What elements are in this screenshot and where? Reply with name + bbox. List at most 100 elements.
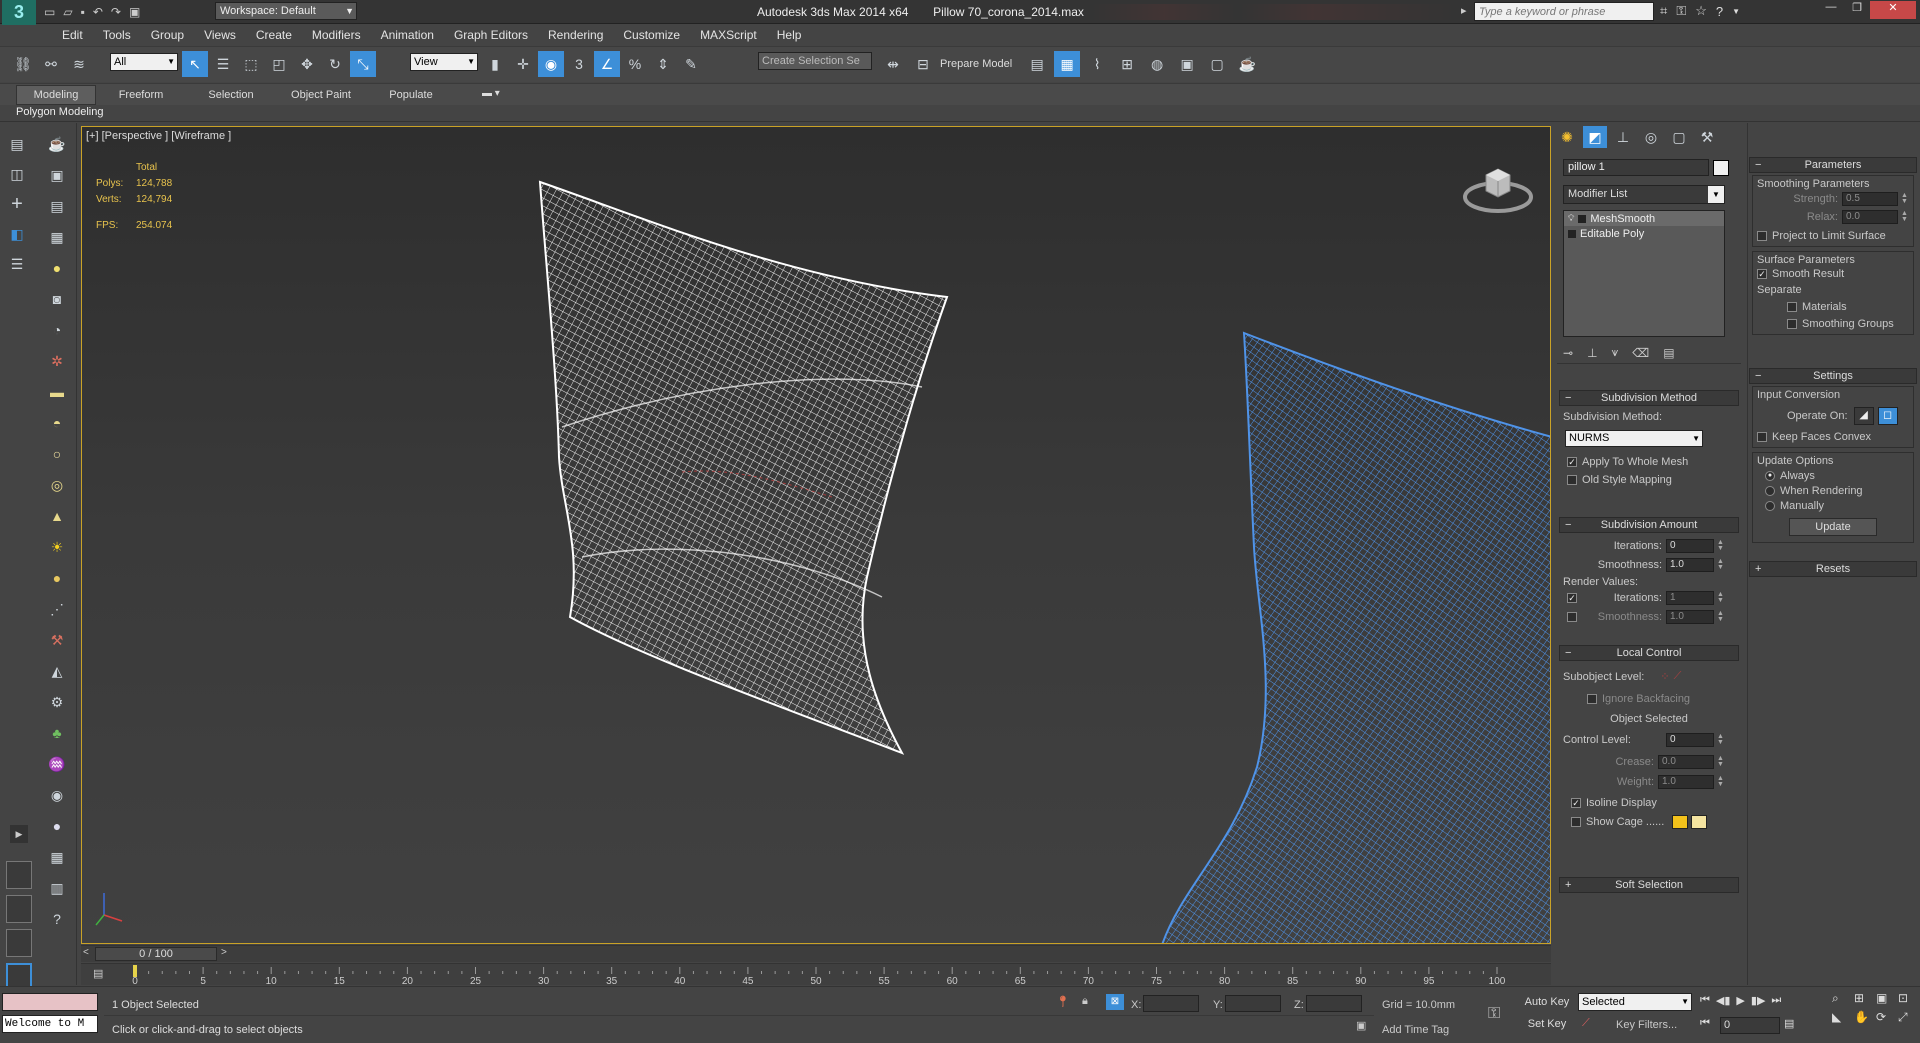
menu-create[interactable]: Create (246, 25, 302, 45)
menu-help[interactable]: Help (767, 25, 812, 45)
menu-animation[interactable]: Animation (371, 25, 444, 45)
snaps-toggle-icon[interactable]: 3 (566, 51, 592, 77)
pillow-blue-wireframe[interactable] (1161, 331, 1551, 944)
open-file-icon[interactable]: ▱ (63, 5, 72, 19)
orbit-icon[interactable]: ⟳ (1876, 1010, 1896, 1025)
cloth-icon[interactable]: ◭ (44, 658, 70, 684)
light-bulb-icon[interactable]: ● (44, 255, 70, 281)
ribbon-options-icon[interactable]: ▬ ▾ (482, 88, 500, 99)
render-smoothness-spinner[interactable]: 1.0 (1666, 610, 1714, 624)
time-slider[interactable]: < 0 / 100 > (81, 945, 1551, 962)
spinner-arrows-icon[interactable]: ▲ ▼ (1717, 539, 1725, 552)
star-icon[interactable]: ☆ (1695, 3, 1707, 19)
spinner-arrows-icon[interactable]: ▲ ▼ (1717, 558, 1725, 571)
rollout-soft-selection[interactable]: + Soft Selection (1559, 877, 1739, 893)
hair-fx-icon[interactable]: ♒ (44, 751, 70, 777)
search-input[interactable]: Type a keyword or phrase (1474, 2, 1654, 21)
menu-edit[interactable]: Edit (52, 25, 93, 45)
lightbulb-icon[interactable]: 💡︎ (1568, 213, 1574, 224)
menu-graph-editors[interactable]: Graph Editors (444, 25, 538, 45)
viewport-icon[interactable]: ▣ (44, 162, 70, 188)
maximize-viewport-icon[interactable]: ⤢ (1898, 1010, 1918, 1025)
hemisphere-icon[interactable]: ◓ (44, 410, 70, 436)
smooth-result-checkbox[interactable]: ✓ Smooth Result (1757, 268, 1909, 280)
binoculars-icon[interactable]: ⌗ (1660, 3, 1667, 19)
redo-icon[interactable]: ↷ (111, 5, 121, 19)
render-production-icon[interactable]: ☕ (1234, 51, 1260, 77)
scale-icon[interactable]: ⤡ (350, 51, 376, 77)
materials-checkbox[interactable]: Materials (1787, 301, 1909, 313)
hierarchy-tab-icon[interactable]: ⊥ (1611, 126, 1635, 148)
time-next-icon[interactable]: > (221, 947, 227, 958)
object-name-field[interactable]: pillow 1 (1563, 159, 1709, 176)
isolate-icon[interactable]: 📍︎ (1056, 995, 1070, 1008)
save-icon[interactable]: ▪ (81, 5, 85, 19)
add-time-tag-button[interactable]: Add Time Tag (1382, 1024, 1449, 1036)
operate-triangles-icon[interactable]: ◢ (1853, 407, 1874, 425)
window-crossing-icon[interactable]: ◰ (266, 51, 292, 77)
time-prev-icon[interactable]: < (83, 947, 89, 958)
go-to-end-icon[interactable]: ⏭ (1771, 994, 1781, 1007)
gear-icon[interactable]: ⚙ (44, 689, 70, 715)
viewport-layout-3-icon[interactable] (6, 929, 32, 957)
grid-object-icon[interactable]: ▦ (44, 224, 70, 250)
current-frame-marker[interactable] (133, 965, 137, 977)
vertex-subobject-icon[interactable]: ⁘ (1660, 670, 1669, 683)
spinner-arrows-icon[interactable]: ▲ ▼ (1901, 192, 1909, 205)
operate-polygons-icon[interactable]: ◻ (1877, 407, 1898, 425)
rollout-resets[interactable]: + Resets (1749, 561, 1917, 577)
rollout-title[interactable]: − Local Control (1559, 645, 1739, 661)
viewport-layout-1-icon[interactable] (6, 861, 32, 889)
sun-icon[interactable]: ☀ (44, 534, 70, 560)
rect-selection-icon[interactable]: ⬚ (238, 51, 264, 77)
ribbon-tab-modeling[interactable]: Modeling (16, 85, 96, 105)
schematic-view-icon[interactable]: ⊞ (1114, 51, 1140, 77)
render-iterations-checkbox[interactable]: ✓ (1567, 593, 1577, 603)
time-tag-icon[interactable]: ▣ (1356, 1019, 1366, 1032)
cage-color-swatch-2[interactable] (1691, 815, 1708, 829)
iterations-spinner[interactable]: 0 (1666, 539, 1714, 553)
create-tab-icon[interactable]: ✺ (1555, 126, 1579, 148)
bind-spacewarp-icon[interactable]: ≋ (66, 51, 92, 77)
layer-manager-icon[interactable]: ▤ (1024, 51, 1050, 77)
strength-spinner[interactable]: 0.5 (1842, 192, 1898, 206)
spinner-snap-icon[interactable]: ⇕ (650, 51, 676, 77)
cone-icon[interactable]: ▲ (44, 503, 70, 529)
rollout-title[interactable]: − Settings (1749, 368, 1917, 384)
zoom-extents-icon[interactable]: ▣ (1876, 991, 1896, 1006)
maximize-icon[interactable]: ❐ (1844, 1, 1870, 19)
align-icon[interactable]: ⊟ (910, 51, 936, 77)
show-end-result-icon[interactable]: ⊥ (1587, 346, 1597, 360)
isoline-display-checkbox[interactable]: ✓ Isoline Display (1571, 797, 1739, 809)
teapot-icon[interactable]: ☕ (44, 131, 70, 157)
angle-snap-icon[interactable]: ∠ (594, 51, 620, 77)
pivot-center-icon[interactable]: ▮ (482, 51, 508, 77)
motion-tab-icon[interactable]: ◎ (1639, 126, 1663, 148)
cabinet-icon[interactable]: ▤ (44, 193, 70, 219)
key-filters-button[interactable]: Key Filters... (1616, 1019, 1677, 1031)
zoom-icon[interactable]: ⌕ (1832, 991, 1852, 1006)
rollout-title[interactable]: − Subdivision Method (1559, 390, 1739, 406)
apply-whole-mesh-checkbox[interactable]: ✓ Apply To Whole Mesh (1567, 456, 1739, 468)
make-unique-icon[interactable]: ⩛ (1612, 345, 1619, 360)
move-icon[interactable]: ✥ (294, 51, 320, 77)
percent-snap-icon[interactable]: % (622, 51, 648, 77)
curve-editor-icon[interactable]: ⌇ (1084, 51, 1110, 77)
select-tool-icon[interactable]: ◧ (4, 221, 30, 247)
spinner-arrows-icon[interactable]: ▲ ▼ (1717, 775, 1725, 788)
link-icon[interactable]: ⛓ (10, 51, 36, 77)
zoom-all-icon[interactable]: ⊞ (1854, 991, 1874, 1006)
edit-named-selection-icon[interactable]: ✎ (678, 51, 704, 77)
viewport[interactable]: [+] [Perspective ] [Wireframe ] Total Po… (81, 126, 1551, 944)
keyboard-shortcut-override-icon[interactable]: ◉ (538, 51, 564, 77)
particles-icon[interactable]: ✲ (44, 348, 70, 374)
select-by-name-icon[interactable]: ☰ (210, 51, 236, 77)
workspace-dropdown[interactable]: Workspace: Default ▼ (215, 2, 357, 20)
maxscript-listener-top[interactable] (2, 993, 98, 1011)
old-style-mapping-checkbox[interactable]: Old Style Mapping (1567, 474, 1739, 486)
reference-coordinate-dropdown[interactable]: View ▼ (410, 53, 478, 71)
app-logo[interactable]: 3 (2, 0, 36, 26)
expand-box-icon[interactable] (1578, 214, 1587, 223)
menu-rendering[interactable]: Rendering (538, 25, 613, 45)
mirror-icon[interactable]: ⇹ (880, 51, 906, 77)
